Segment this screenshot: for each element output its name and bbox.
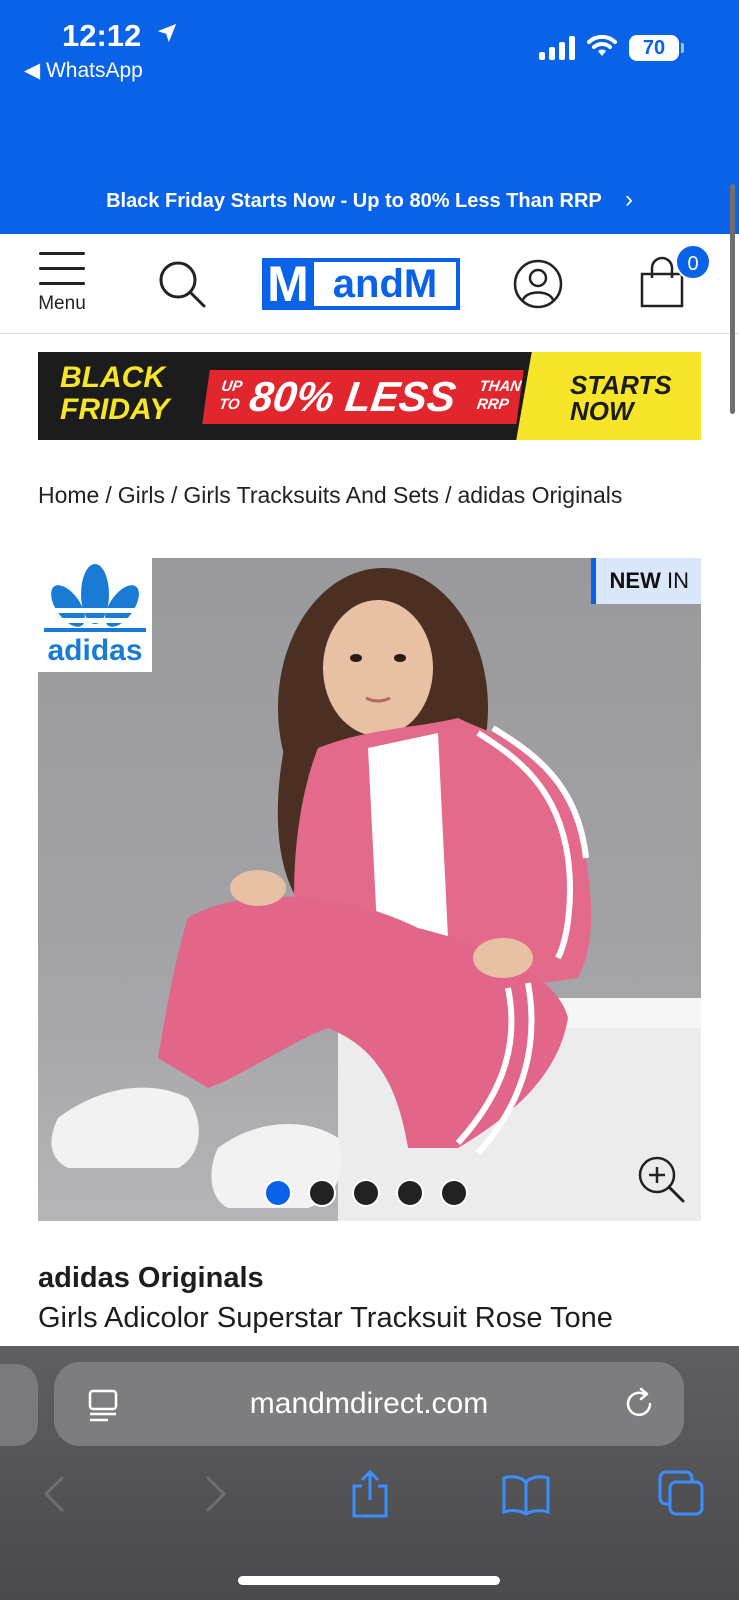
forward-button[interactable] xyxy=(188,1468,240,1520)
status-time: 12:12 xyxy=(62,16,178,54)
url-text: mandmdirect.com xyxy=(249,1387,489,1420)
cart-count-badge: 0 xyxy=(675,244,711,280)
hamburger-icon xyxy=(32,252,92,285)
adidas-trefoil-icon xyxy=(44,564,146,632)
banner-starts-now: STARTS NOW xyxy=(538,352,701,440)
breadcrumb-tracksuits[interactable]: Girls Tracksuits And Sets xyxy=(183,482,439,508)
pagination-dot[interactable] xyxy=(352,1179,380,1207)
pagination-dot[interactable] xyxy=(440,1179,468,1207)
share-icon xyxy=(352,1469,388,1518)
menu-button[interactable]: Menu xyxy=(32,252,92,315)
wifi-icon xyxy=(587,34,617,62)
site-header: Menu M andM 0 xyxy=(0,234,739,334)
promo-text: Black Friday Starts Now - Up to 80% Less… xyxy=(106,190,602,212)
back-button[interactable] xyxy=(30,1468,82,1520)
search-icon xyxy=(159,261,206,308)
tabs-icon xyxy=(658,1470,704,1516)
clock-text: 12:12 xyxy=(62,18,142,53)
pagination-dot[interactable] xyxy=(264,1179,292,1207)
product-title: Girls Adicolor Superstar Tracksuit Rose … xyxy=(38,1302,613,1334)
brand-badge-text: adidas xyxy=(47,634,143,667)
status-indicators: 70 xyxy=(539,34,684,62)
banner-discount: UP TO 80% LESS THAN RRP xyxy=(202,370,524,424)
chevron-right-icon: › xyxy=(624,186,633,213)
bookmarks-icon xyxy=(502,1475,550,1516)
breadcrumb-brand[interactable]: adidas Originals xyxy=(457,482,622,508)
back-icon xyxy=(43,1476,64,1512)
address-bar[interactable]: mandmdirect.com xyxy=(54,1362,684,1446)
breadcrumb-home[interactable]: Home xyxy=(38,482,99,508)
site-logo[interactable]: M andM xyxy=(262,258,460,310)
share-button[interactable] xyxy=(344,1468,396,1520)
pagination-dot[interactable] xyxy=(396,1179,424,1207)
browser-chrome: mandmdirect.com xyxy=(0,1346,739,1600)
breadcrumb-girls[interactable]: Girls xyxy=(118,482,165,508)
signal-icon xyxy=(539,36,575,60)
image-pagination xyxy=(264,1179,468,1207)
product-brand[interactable]: adidas Originals xyxy=(38,1262,264,1295)
previous-tab[interactable] xyxy=(0,1364,38,1446)
reload-button[interactable] xyxy=(622,1386,658,1422)
menu-label: Menu xyxy=(38,293,86,314)
promo-link[interactable]: Black Friday Starts Now - Up to 80% Less… xyxy=(0,186,739,214)
banner-discount-text: 80% LESS xyxy=(246,373,459,420)
black-friday-banner[interactable]: BLACK FRIDAY UP TO 80% LESS THAN RRP START… xyxy=(38,352,701,440)
zoom-in-icon xyxy=(638,1156,685,1203)
reload-icon xyxy=(626,1387,652,1417)
breadcrumb: Home / Girls / Girls Tracksuits And Sets / adi… xyxy=(38,482,623,508)
account-button[interactable] xyxy=(512,258,564,310)
new-in-badge: NEW IN xyxy=(590,558,701,604)
forward-icon xyxy=(206,1476,227,1512)
pagination-dot[interactable] xyxy=(308,1179,336,1207)
tabs-button[interactable] xyxy=(656,1468,708,1520)
logo-text: andM xyxy=(314,262,456,306)
top-bar: 12:12 ◀ WhatsApp 70 Black Friday Starts … xyxy=(0,0,739,234)
banner-black-friday: BLACK FRIDAY xyxy=(60,361,170,426)
logo-m: M xyxy=(262,258,314,310)
battery-icon: 70 xyxy=(629,35,684,61)
search-button[interactable] xyxy=(156,258,208,310)
product-image-gallery[interactable]: adidas NEW IN xyxy=(38,558,701,1221)
zoom-button[interactable] xyxy=(635,1153,687,1205)
scroll-indicator xyxy=(730,184,735,414)
user-icon xyxy=(513,259,563,309)
bookmarks-button[interactable] xyxy=(500,1468,552,1520)
browser-toolbar xyxy=(0,1468,739,1528)
home-indicator[interactable] xyxy=(238,1576,500,1585)
brand-badge: adidas xyxy=(38,558,152,672)
back-to-whatsapp[interactable]: ◀ WhatsApp xyxy=(24,58,143,83)
location-arrow-icon xyxy=(156,16,178,52)
